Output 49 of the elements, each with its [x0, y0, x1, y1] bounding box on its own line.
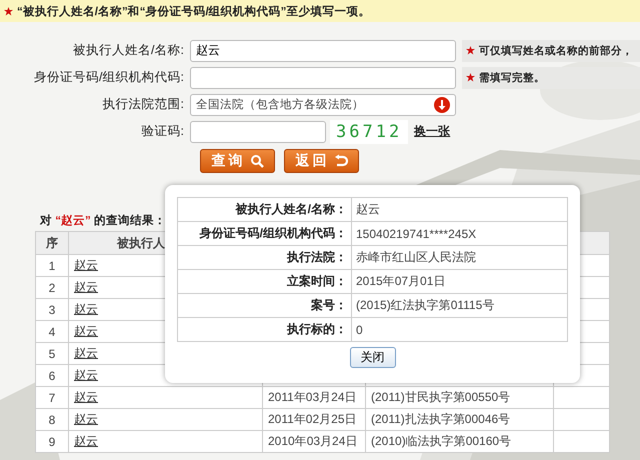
input-field[interactable]: [190, 66, 456, 88]
name-link[interactable]: 赵云: [74, 280, 98, 294]
name-link[interactable]: 赵云: [74, 412, 98, 426]
table-cell: 2011年02月25日: [268, 412, 356, 426]
field-label: 被执行人姓名/名称:: [72, 42, 185, 59]
field-label: 验证码:: [140, 123, 185, 140]
detail-label: 执行法院：: [178, 246, 352, 270]
table-cell: (2011)甘民执字第00550号: [371, 390, 510, 404]
detail-label: 身份证号码/组织机构代码：: [178, 222, 352, 246]
close-button[interactable]: 关闭: [350, 347, 396, 368]
table-cell: (2011)扎法执字第00046号: [371, 412, 510, 426]
results-title: 对 “赵云” 的查询结果：: [40, 213, 167, 229]
input-field[interactable]: 赵云: [190, 40, 456, 62]
field-label: 执行法院范围:: [102, 96, 185, 113]
name-link[interactable]: 赵云: [74, 434, 98, 448]
detail-value: 赵云: [352, 198, 568, 222]
table-cell: (2010)临法执字第00160号: [371, 434, 512, 448]
table-cell: 2011年03月24日: [268, 390, 356, 404]
notice-text: “被执行人姓名/名称”和“身份证号码/组织机构代码”至少填写一项。: [17, 4, 370, 18]
detail-label: 案号：: [178, 294, 352, 318]
name-link[interactable]: 赵云: [74, 368, 98, 382]
detail-value: 2015年07月01日: [352, 270, 568, 294]
column-header: 序: [36, 232, 68, 254]
captcha-image: 36712: [330, 120, 408, 144]
refresh-captcha-link[interactable]: 换一张: [414, 123, 450, 140]
table-cell: 9: [36, 430, 68, 452]
detail-value: 0: [352, 318, 568, 342]
required-star-icon: [4, 6, 13, 16]
required-star-icon: [466, 73, 475, 82]
required-star-icon: [466, 46, 475, 55]
detail-label: 被执行人姓名/名称：: [178, 198, 352, 222]
detail-label: 执行标的：: [178, 318, 352, 342]
hint-text: 需填写完整。: [479, 70, 545, 84]
name-link[interactable]: 赵云: [74, 302, 98, 316]
detail-label: 立案时间：: [178, 270, 352, 294]
captcha-field[interactable]: [190, 120, 326, 142]
detail-value: 15040219741****245X: [352, 222, 568, 246]
return-arrow-icon: [334, 154, 348, 168]
search-icon: [250, 154, 264, 168]
name-link[interactable]: 赵云: [74, 324, 98, 338]
court-select[interactable]: 全国法院（包含地方各级法院）: [190, 94, 456, 116]
detail-value: (2015)红法执字第01115号: [352, 294, 568, 318]
detail-value: 赤峰市红山区人民法院: [352, 246, 568, 270]
hint-text: 可仅填写姓名或名称的前部分，: [479, 44, 633, 58]
name-link[interactable]: 赵云: [74, 346, 98, 360]
name-link[interactable]: 赵云: [74, 390, 98, 404]
table-cell: 2010年03月24日: [268, 434, 358, 448]
name-link[interactable]: 赵云: [74, 258, 98, 272]
field-label: 身份证号码/组织机构代码:: [33, 69, 185, 86]
